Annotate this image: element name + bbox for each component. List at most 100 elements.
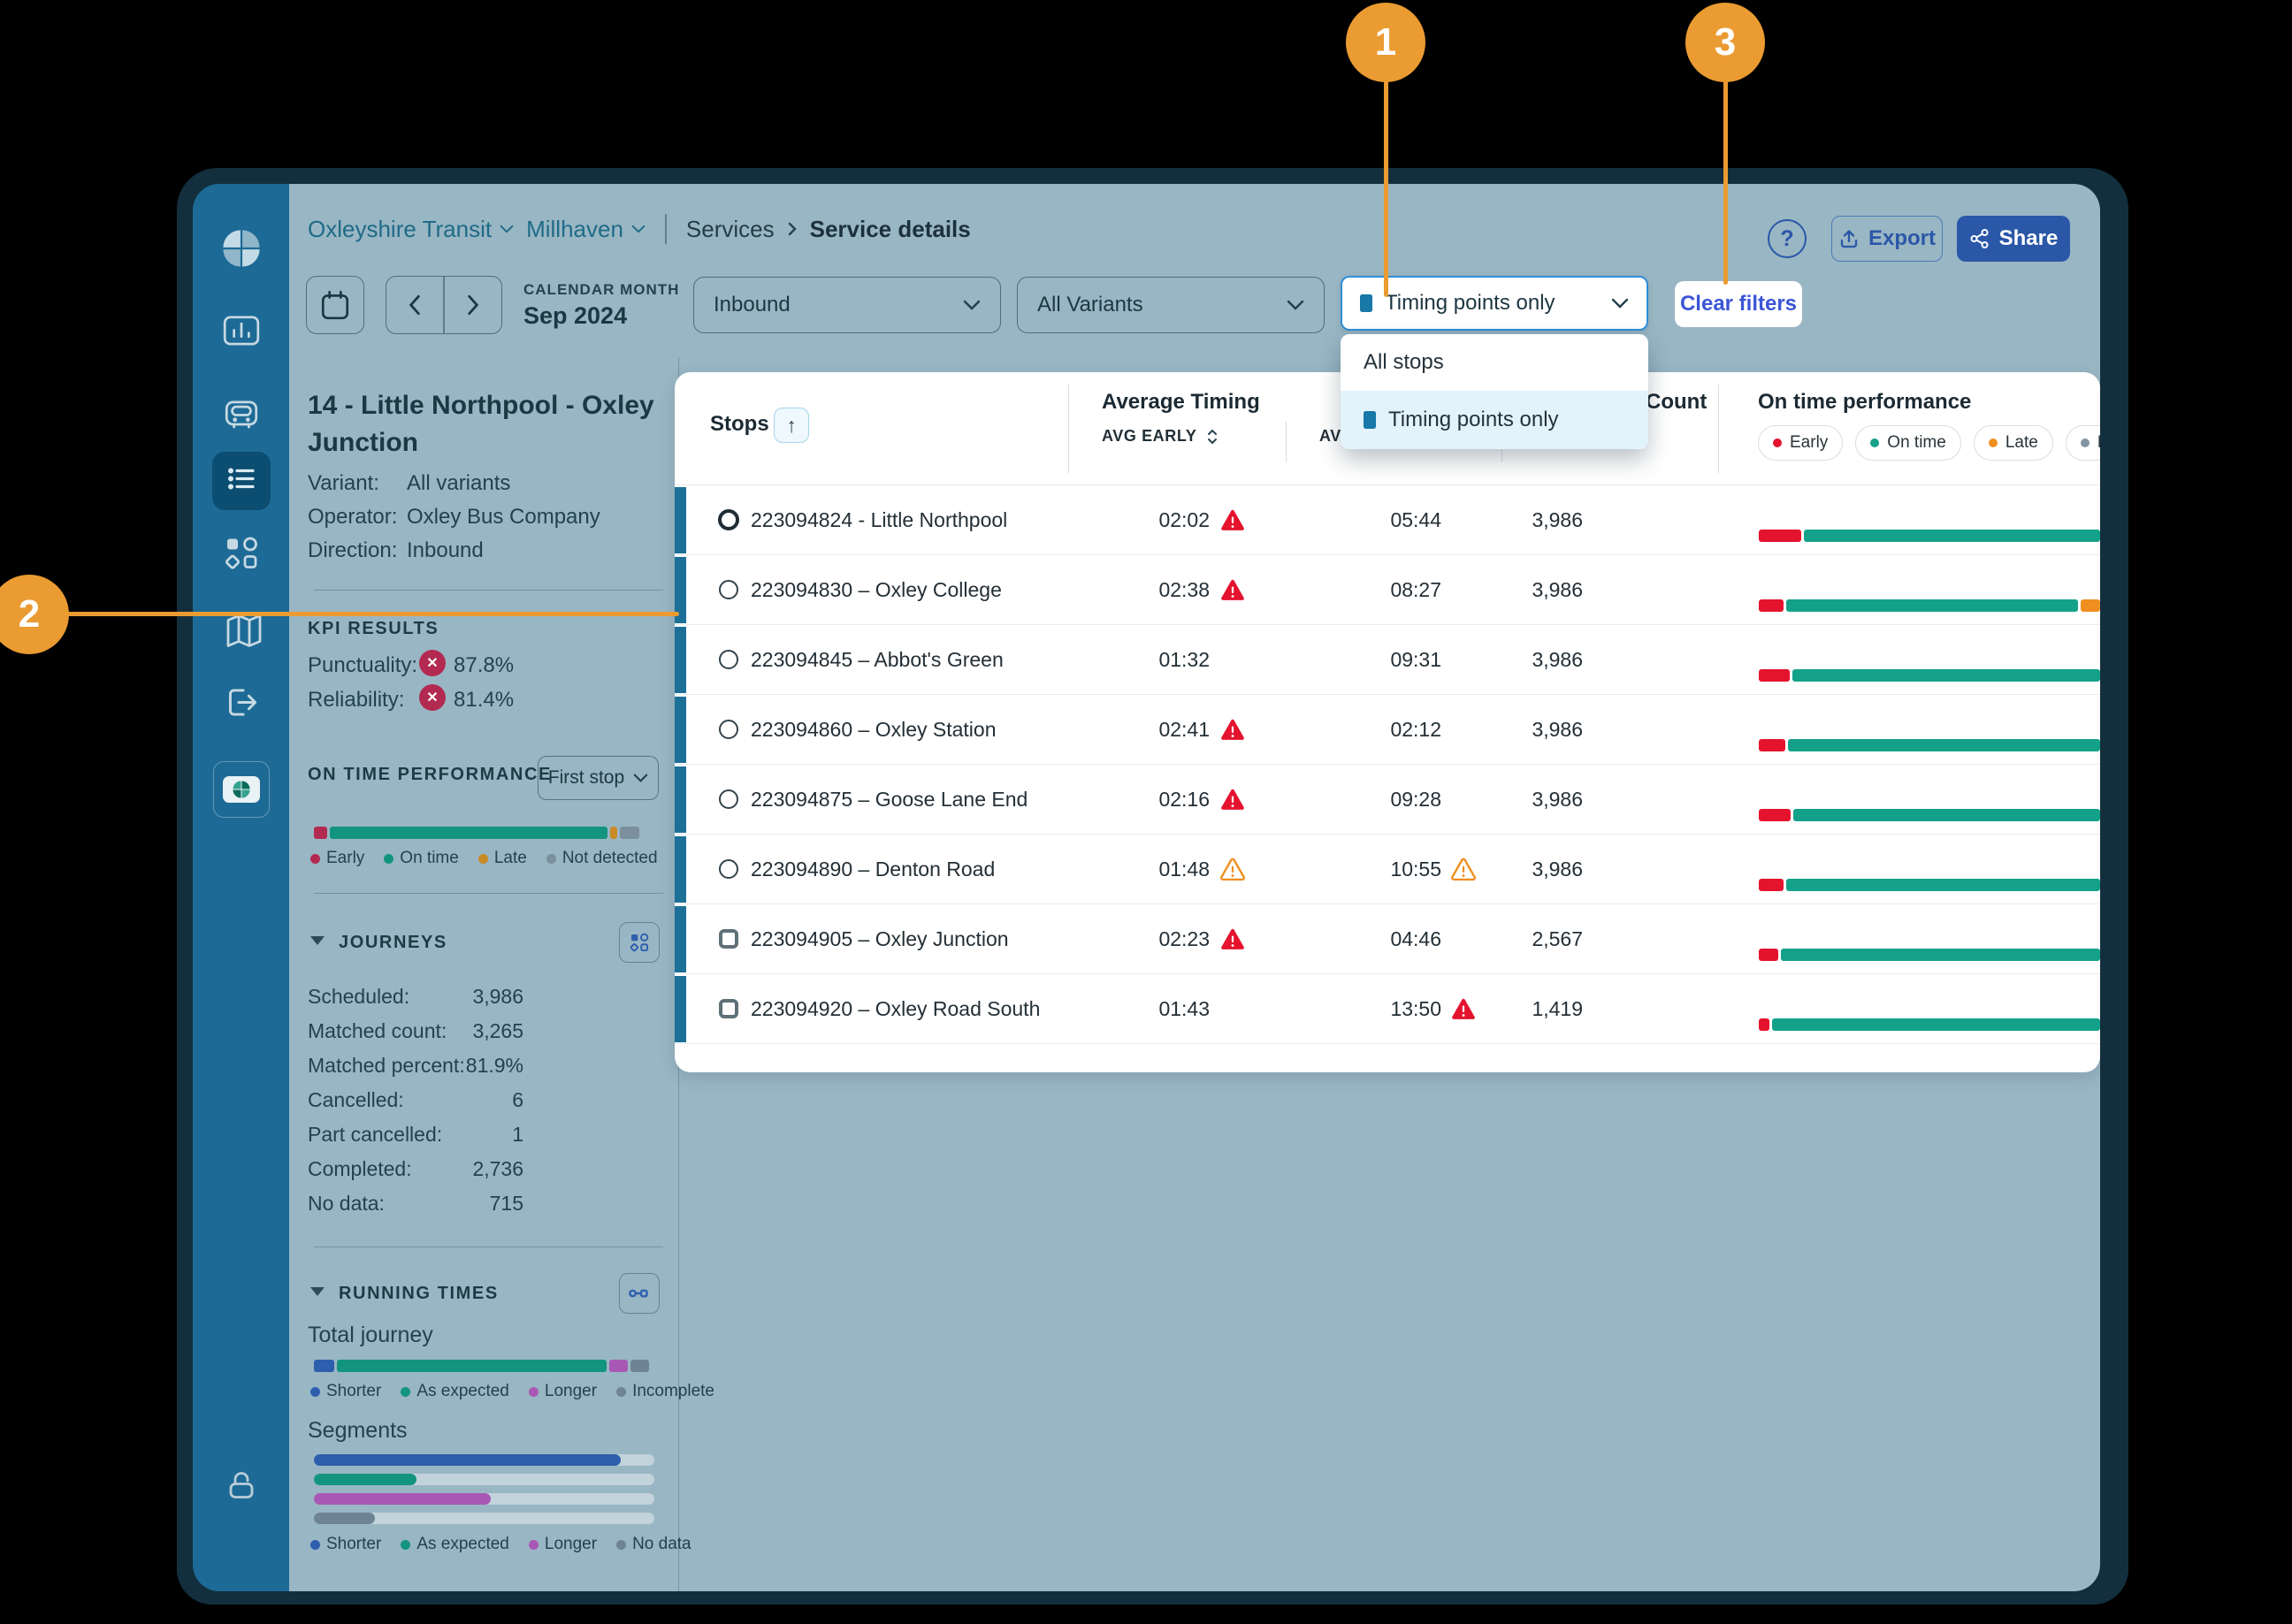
legend-item: Incomplete bbox=[616, 1382, 714, 1401]
sidebar-item-lock[interactable] bbox=[222, 1467, 261, 1510]
clear-filters-button[interactable]: Clear filters bbox=[1675, 281, 1802, 327]
legend-item: On time bbox=[384, 849, 459, 868]
total-journey-label: Total journey bbox=[308, 1323, 433, 1348]
region-switcher[interactable]: Millhaven bbox=[526, 216, 646, 243]
bar-segment-early bbox=[1759, 809, 1791, 821]
segments-label: Segments bbox=[308, 1418, 408, 1444]
breadcrumb-services-link[interactable]: Services bbox=[686, 216, 775, 243]
alert-triangle-icon bbox=[1219, 576, 1246, 603]
otp-filter-pill-on-time[interactable]: On time bbox=[1855, 425, 1961, 461]
legend-item: Shorter bbox=[310, 1382, 381, 1401]
sidebar-item-categories[interactable] bbox=[221, 533, 262, 578]
stat-value: 2,736 bbox=[395, 1157, 523, 1181]
punctuality-value: 87.8% bbox=[454, 653, 514, 678]
otp-heading: ON TIME PERFORMANCE bbox=[308, 765, 552, 785]
legend-dot-icon bbox=[1773, 438, 1782, 447]
sidebar-item-logout[interactable] bbox=[221, 682, 262, 728]
table-row[interactable]: 223094875 – Goose Lane End02:1609:283,98… bbox=[675, 765, 2100, 835]
table-row[interactable]: 223094830 – Oxley College02:3808:273,986 bbox=[675, 555, 2100, 625]
segment-fill-shorter bbox=[314, 1454, 621, 1466]
stat-value: 81.9% bbox=[395, 1054, 523, 1078]
bar-segment-on-time bbox=[1786, 879, 2100, 891]
sort-both-icon bbox=[1205, 428, 1219, 446]
count-value: 3,986 bbox=[1479, 578, 1583, 602]
table-row[interactable]: 223094890 – Denton Road01:4810:553,986 bbox=[675, 835, 2100, 904]
otp-stop-dropdown[interactable]: First stop bbox=[538, 756, 659, 800]
stat-value: 3,986 bbox=[395, 985, 523, 1009]
chevron-left-icon bbox=[408, 294, 422, 316]
otp-row-bar bbox=[1759, 739, 2100, 751]
variants-dropdown[interactable]: All Variants bbox=[1017, 277, 1325, 333]
table-body: 223094824 - Little Northpool02:0205:443,… bbox=[675, 485, 2100, 1044]
column-divider bbox=[1718, 385, 1719, 473]
legend-dot-icon bbox=[616, 1540, 626, 1550]
segment-track bbox=[314, 1513, 654, 1524]
table-row[interactable]: 223094824 - Little Northpool02:0205:443,… bbox=[675, 485, 2100, 555]
otp-stacked-bar bbox=[314, 827, 643, 839]
operator-value: Oxley Bus Company bbox=[407, 505, 600, 530]
collapse-arrow-icon[interactable] bbox=[310, 936, 325, 945]
sidebar-item-app-badge[interactable] bbox=[213, 761, 270, 818]
stop-icon bbox=[718, 649, 739, 670]
total-journey-bar bbox=[314, 1360, 655, 1372]
journeys-view-button[interactable] bbox=[619, 922, 660, 963]
pill-label: Late bbox=[2006, 433, 2038, 453]
legend-dot-icon bbox=[384, 854, 393, 864]
share-button[interactable]: Share bbox=[1957, 216, 2070, 262]
table-row[interactable]: 223094845 – Abbot's Green01:3209:313,986 bbox=[675, 625, 2100, 695]
menu-option-all-stops[interactable]: All stops bbox=[1341, 334, 1648, 391]
export-button[interactable]: Export bbox=[1831, 216, 1943, 262]
otp-filter-pill-early[interactable]: Early bbox=[1758, 425, 1843, 461]
legend-label: Shorter bbox=[326, 1382, 381, 1401]
running-times-heading[interactable]: RUNNING TIMES bbox=[339, 1284, 499, 1304]
legend-item: No data bbox=[616, 1535, 691, 1554]
help-button[interactable]: ? bbox=[1768, 219, 1807, 258]
table-row[interactable]: 223094920 – Oxley Road South01:4313:501,… bbox=[675, 974, 2100, 1044]
stops-table-card: Stops ↑ Average Timing AVG EARLY AVG LAT bbox=[675, 372, 2100, 1072]
pill-label: On time bbox=[1887, 433, 1946, 453]
avg-early-value: 02:41 bbox=[1064, 718, 1210, 742]
legend-item: As expected bbox=[401, 1535, 509, 1554]
table-row[interactable]: 223094860 – Oxley Station02:4102:123,986 bbox=[675, 695, 2100, 765]
list-icon bbox=[222, 460, 261, 503]
prev-month-button[interactable] bbox=[386, 277, 443, 333]
calendar-month-display: CALENDAR MONTH Sep 2024 bbox=[523, 281, 679, 330]
variant-meta-value: All variants bbox=[407, 471, 510, 496]
avg-late-value: 08:27 bbox=[1294, 578, 1441, 602]
fail-x-icon: ✕ bbox=[419, 650, 446, 676]
running-times-view-button[interactable] bbox=[619, 1273, 660, 1314]
sidebar-item-services[interactable] bbox=[222, 460, 261, 503]
menu-option-label: Timing points only bbox=[1388, 408, 1559, 432]
otp-filter-pill-not-detected[interactable]: Not detected bbox=[2066, 425, 2100, 461]
calendar-button[interactable] bbox=[306, 276, 364, 334]
sidebar-item-vehicles[interactable] bbox=[221, 394, 262, 439]
journeys-heading[interactable]: JOURNEYS bbox=[339, 933, 447, 953]
otp-row-bar bbox=[1759, 879, 2100, 891]
otp-filter-pill-late[interactable]: Late bbox=[1974, 425, 2053, 461]
count-value: 3,986 bbox=[1479, 788, 1583, 812]
sort-ascending-button[interactable]: ↑ bbox=[774, 408, 809, 443]
direction-dropdown[interactable]: Inbound bbox=[693, 277, 1001, 333]
sidebar-item-map[interactable] bbox=[220, 611, 263, 658]
legend-dot-icon bbox=[529, 1387, 539, 1397]
divider bbox=[314, 590, 663, 591]
table-row[interactable]: 223094905 – Oxley Junction02:2304:462,56… bbox=[675, 904, 2100, 974]
average-timing-header: Average Timing bbox=[1102, 390, 1260, 415]
bar-chart-icon bbox=[221, 311, 262, 356]
legend-label: Incomplete bbox=[632, 1382, 714, 1401]
stop-shape bbox=[718, 509, 739, 530]
alert-triangle-icon bbox=[1219, 926, 1246, 952]
collapse-arrow-icon[interactable] bbox=[310, 1287, 325, 1296]
sidebar-item-analytics[interactable] bbox=[221, 311, 262, 356]
menu-option-timing-points[interactable]: Timing points only bbox=[1341, 391, 1648, 449]
alert-triangle-icon bbox=[1219, 716, 1246, 743]
bar-segment-on-time bbox=[1786, 599, 2078, 612]
count-value: 3,986 bbox=[1479, 718, 1583, 742]
breadcrumb: Oxleyshire Transit Millhaven Services Se… bbox=[308, 214, 971, 244]
bus-icon bbox=[221, 394, 262, 439]
org-switcher[interactable]: Oxleyshire Transit bbox=[308, 216, 514, 243]
bar-segment-shorter bbox=[314, 1360, 334, 1372]
next-month-button[interactable] bbox=[445, 277, 501, 333]
avg-early-header[interactable]: AVG EARLY bbox=[1102, 427, 1219, 446]
legend-dot-icon bbox=[401, 1387, 410, 1397]
